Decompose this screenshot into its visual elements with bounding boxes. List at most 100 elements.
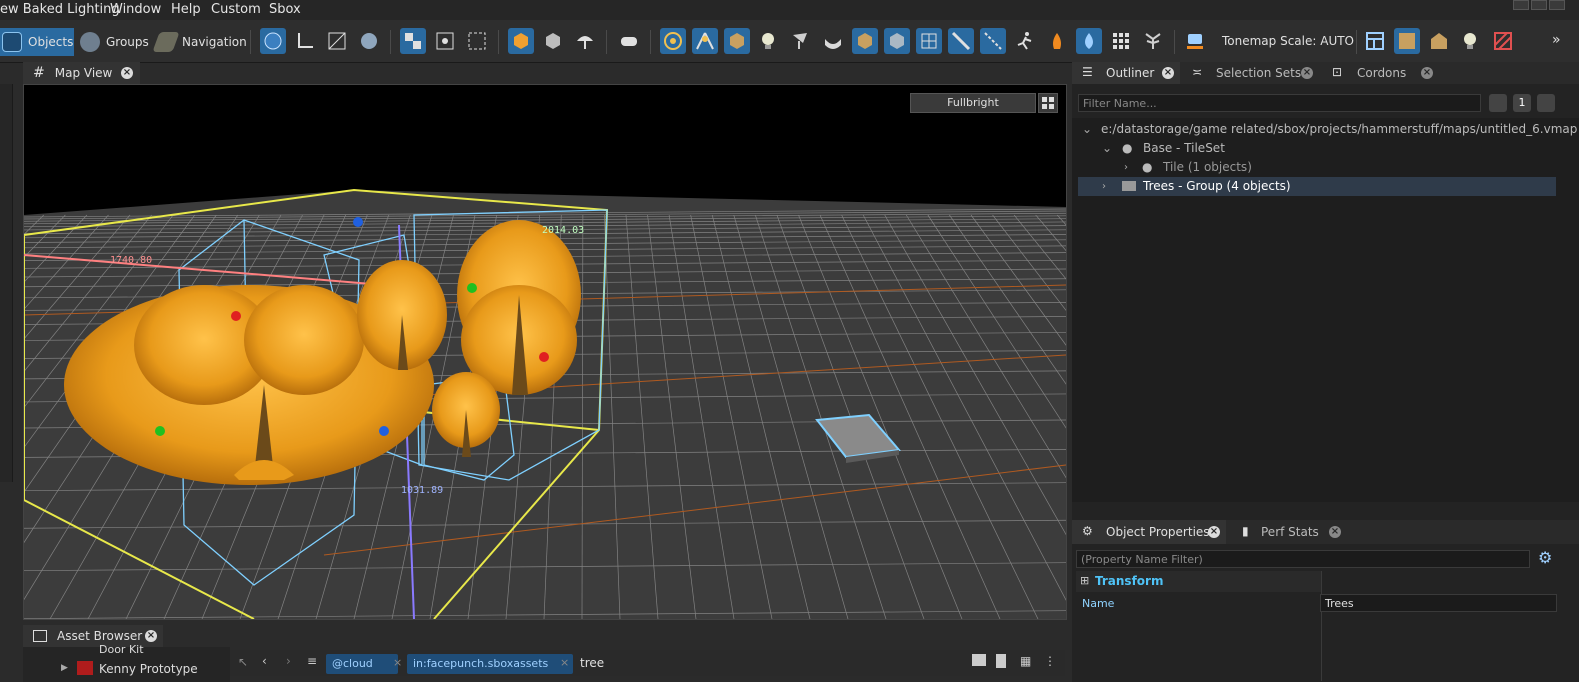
- chevron-right-icon[interactable]: ›: [1102, 177, 1106, 196]
- sphere-icon[interactable]: [356, 28, 382, 54]
- transform-section[interactable]: ⊞ Transform: [1076, 571, 1321, 592]
- entity-tool-icon[interactable]: [692, 28, 718, 54]
- close-icon[interactable]: ×: [145, 630, 157, 642]
- close-icon[interactable]: ×: [1301, 67, 1313, 79]
- one-icon[interactable]: 1: [1513, 94, 1531, 112]
- tab-outliner[interactable]: ☰ Outliner ×: [1072, 62, 1180, 84]
- map-layout-icon[interactable]: [1394, 28, 1420, 54]
- tonemap-scale-dropdown[interactable]: Tonemap Scale: AUTO: [1222, 34, 1354, 48]
- block-tool-icon[interactable]: [724, 28, 750, 54]
- umbrella-icon[interactable]: [572, 28, 598, 54]
- select-group-icon[interactable]: [464, 28, 490, 54]
- gamepad-icon[interactable]: [616, 28, 642, 54]
- hatch-icon[interactable]: [1490, 28, 1516, 54]
- close-window-button[interactable]: [1549, 0, 1565, 10]
- forward-icon[interactable]: ›: [286, 654, 291, 668]
- pivot-icon[interactable]: [292, 28, 318, 54]
- tree-row-map[interactable]: ⌄ e:/datastorage/game related/sbox/proje…: [1072, 120, 1577, 139]
- menu-baked-lighting[interactable]: ew Baked Lighting: [0, 2, 120, 17]
- close-icon[interactable]: ×: [1329, 526, 1341, 538]
- close-icon[interactable]: ×: [1421, 67, 1433, 79]
- remove-chip-icon[interactable]: ×: [393, 656, 402, 669]
- tab-perf-stats-label: Perf Stats: [1261, 525, 1319, 539]
- toolbar-separator: [606, 30, 607, 54]
- viewport-layout-icon[interactable]: [1038, 93, 1058, 113]
- menu-window[interactable]: Window: [110, 2, 161, 17]
- tab-object-properties[interactable]: ⚙ Object Properties ×: [1072, 520, 1226, 544]
- path-tool-icon[interactable]: [980, 28, 1006, 54]
- up-arrow-icon[interactable]: ↖: [238, 655, 248, 669]
- search-icon[interactable]: [1537, 94, 1555, 112]
- minimize-button[interactable]: [1513, 0, 1529, 10]
- chevron-right-icon[interactable]: ›: [1124, 158, 1128, 177]
- grid-snap-icon[interactable]: [324, 28, 350, 54]
- name-input[interactable]: Trees: [1320, 594, 1557, 612]
- asset-tree-item[interactable]: Kenny Prototype: [99, 662, 198, 676]
- fluid-icon[interactable]: [1076, 28, 1102, 54]
- toolbar-separator: [650, 30, 651, 54]
- volume-grid-icon[interactable]: [916, 28, 942, 54]
- cloud-filter-chip[interactable]: @cloud: [326, 654, 398, 674]
- close-icon[interactable]: ×: [1208, 526, 1220, 538]
- remove-chip-icon[interactable]: ×: [560, 656, 569, 669]
- bake-light-icon[interactable]: [1458, 28, 1484, 54]
- spotlight-icon[interactable]: [788, 28, 814, 54]
- cube-icon[interactable]: [852, 28, 878, 54]
- tab-perf-stats[interactable]: ▮ Perf Stats ×: [1237, 520, 1347, 544]
- filter-icon[interactable]: ≡: [307, 654, 317, 668]
- select-filter-icon[interactable]: [432, 28, 458, 54]
- asset-tree-item[interactable]: Door Kit: [99, 643, 144, 655]
- world-axis-icon[interactable]: [260, 28, 286, 54]
- back-icon[interactable]: ‹: [262, 654, 267, 668]
- layout-icon[interactable]: [1362, 28, 1388, 54]
- cube-wire-icon[interactable]: [884, 28, 910, 54]
- properties-tabbar: ⚙ Object Properties × ▮ Perf Stats ×: [1072, 520, 1579, 544]
- tree-row-trees-group[interactable]: › Trees - Group (4 objects): [1078, 177, 1556, 196]
- close-icon[interactable]: ×: [1162, 67, 1174, 79]
- runner-icon[interactable]: [1012, 28, 1038, 54]
- foliage-icon[interactable]: [1140, 28, 1166, 54]
- objects-mode-button[interactable]: Objects: [0, 28, 74, 56]
- tab-selection-sets[interactable]: ≍ Selection Sets ×: [1187, 62, 1317, 84]
- hide-icon[interactable]: [1489, 94, 1507, 112]
- env-map-icon[interactable]: [820, 28, 846, 54]
- fire-icon[interactable]: [1044, 28, 1070, 54]
- box-select-icon[interactable]: [508, 28, 534, 54]
- grid-tiles-icon[interactable]: [1108, 28, 1134, 54]
- tree-row-tile[interactable]: › ● Tile (1 objects): [1072, 158, 1552, 177]
- menu-custom[interactable]: Custom: [211, 2, 261, 17]
- asset-search-input[interactable]: tree: [580, 656, 604, 670]
- more-options-icon[interactable]: ⋮: [1044, 654, 1056, 668]
- gear-icon[interactable]: ⚙: [1538, 548, 1552, 567]
- light-probe-icon[interactable]: [660, 28, 686, 54]
- map-view-tab[interactable]: # Map View ×: [23, 62, 140, 84]
- bookmark-icon[interactable]: [996, 654, 1006, 668]
- map-viewport[interactable]: Fullbright 1740.80 2014.03 1031.89: [23, 84, 1067, 620]
- property-filter-input[interactable]: (Property Name Filter): [1076, 550, 1530, 568]
- navigation-mode-button[interactable]: Navigation: [152, 29, 247, 55]
- expand-arrow-icon[interactable]: ▶: [61, 663, 68, 673]
- view-grid-icon[interactable]: ▦: [1020, 654, 1031, 668]
- menu-help[interactable]: Help: [171, 2, 201, 17]
- building-icon[interactable]: [1426, 28, 1452, 54]
- rope-tool-icon[interactable]: [948, 28, 974, 54]
- tab-cordons[interactable]: ⊡ Cordons ×: [1327, 62, 1447, 84]
- select-lock-icon[interactable]: [400, 28, 426, 54]
- expand-icon[interactable]: ⊞: [1080, 574, 1089, 587]
- close-icon[interactable]: ×: [121, 67, 133, 79]
- outliner-filter-input[interactable]: Filter Name...: [1078, 94, 1481, 112]
- chevron-down-icon[interactable]: ⌄: [1082, 120, 1092, 139]
- tree-row-tileset[interactable]: ⌄ ● Base - TileSet: [1072, 139, 1552, 158]
- menu-sbox[interactable]: Sbox: [269, 2, 301, 17]
- toolbar-overflow-icon[interactable]: »: [1552, 32, 1561, 48]
- prefab-icon[interactable]: [540, 28, 566, 54]
- package-filter-chip[interactable]: in:facepunch.sboxassets: [407, 654, 573, 674]
- tonemap-icon[interactable]: [1182, 28, 1208, 54]
- maximize-button[interactable]: [1531, 0, 1547, 10]
- dimension-label: 1031.89: [401, 485, 444, 496]
- chevron-down-icon[interactable]: ⌄: [1102, 139, 1112, 158]
- light-bulb-icon[interactable]: [756, 28, 782, 54]
- folder-icon[interactable]: [972, 654, 986, 666]
- fullbright-button[interactable]: Fullbright: [910, 93, 1036, 113]
- groups-mode-button[interactable]: Groups: [80, 29, 149, 55]
